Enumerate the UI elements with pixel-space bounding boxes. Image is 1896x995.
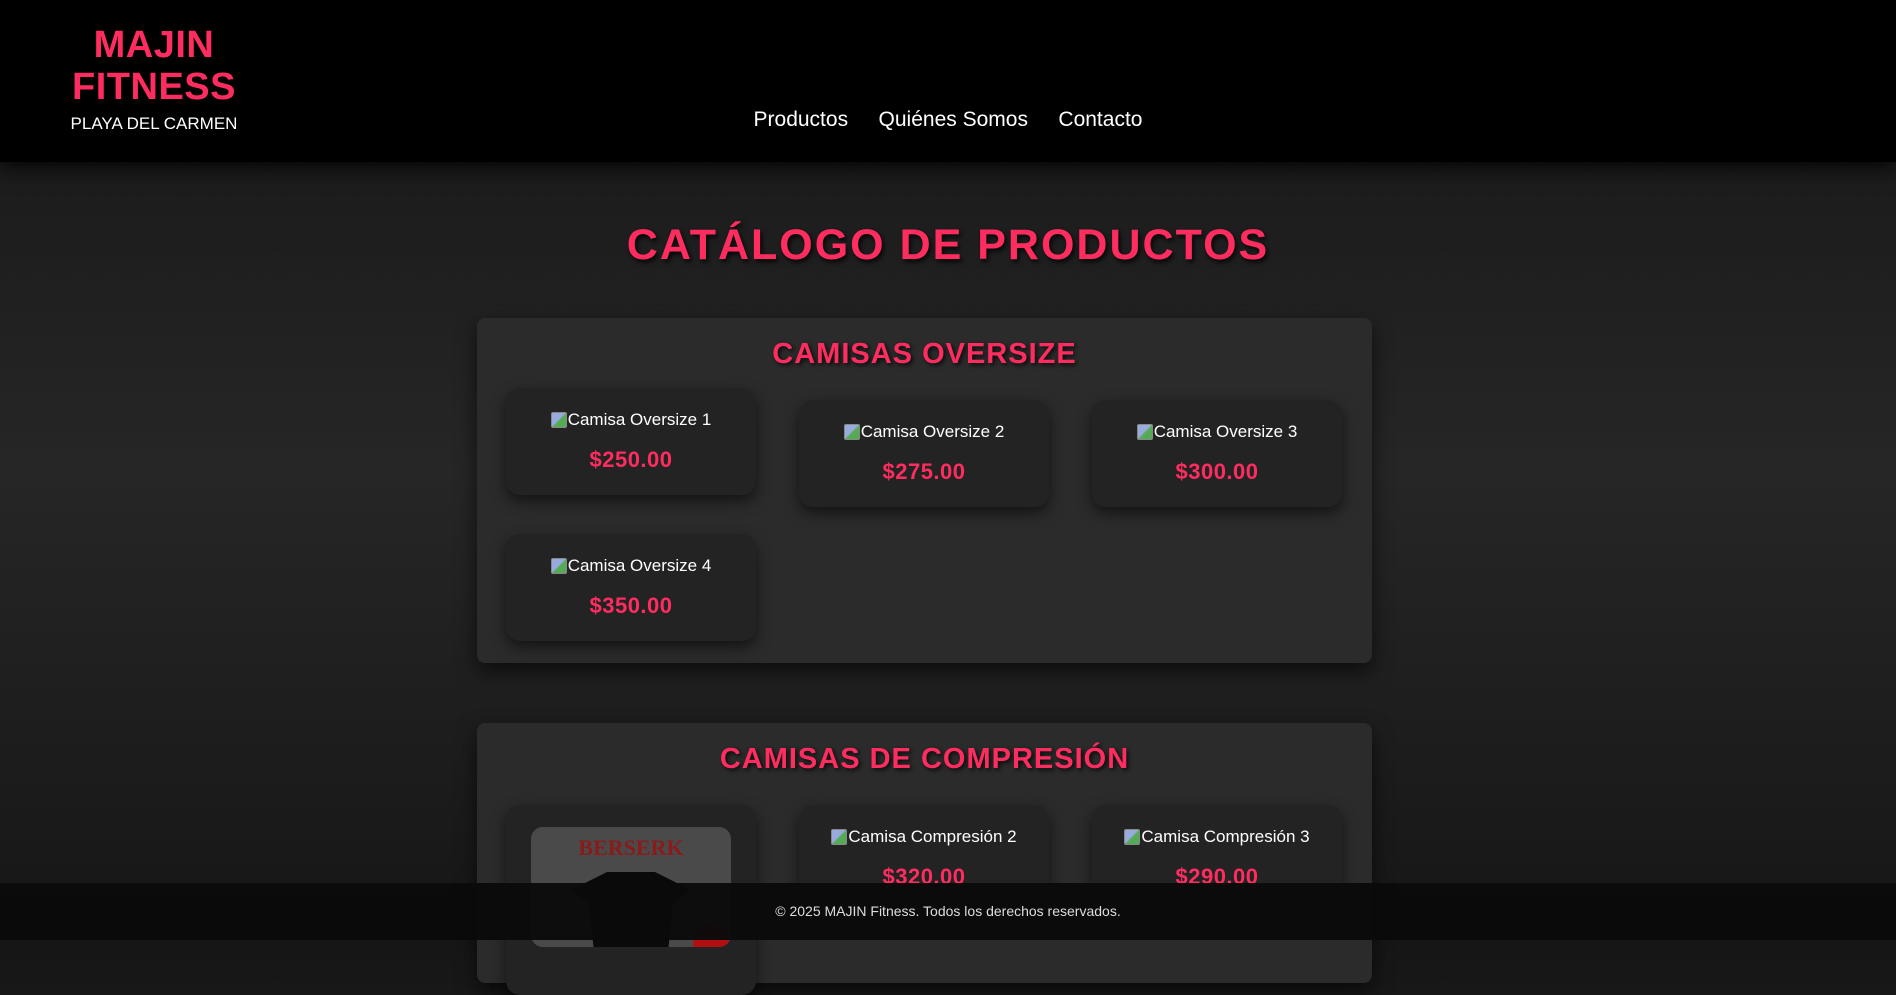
product-image[interactable]: Camisa Oversize 2 [843,422,1005,442]
section-oversize: CAMISAS OVERSIZE Camisa Oversize 1 $250.… [477,318,1372,663]
section-title: CAMISAS DE COMPRESIÓN [719,743,1130,775]
nav-link-quienes-somos[interactable]: Quiénes Somos [879,108,1028,131]
shirt-print-text: BERSERK [578,835,684,860]
product-image-alt: Camisa Oversize 3 [1153,422,1298,441]
product-image-alt: Camisa Oversize 4 [567,556,712,575]
broken-image-icon [550,558,567,574]
product-price: $275.00 [882,459,966,484]
broken-image-icon [1124,829,1141,845]
product-image[interactable]: Camisa Oversize 4 [550,556,712,576]
product-price: $300.00 [1175,459,1259,484]
product-price: $250.00 [589,447,673,472]
site-footer: © 2025 MAJIN Fitness. Todos los derechos… [0,883,1896,940]
product-image-alt: Camisa Compresión 3 [1141,827,1310,846]
product-price: $350.00 [589,593,673,618]
broken-image-icon [1136,424,1153,440]
site-header: MAJIN FITNESS PLAYA DEL CARMEN Productos… [0,0,1896,162]
product-image-alt: Camisa Oversize 1 [567,410,712,429]
product-image[interactable]: Camisa Oversize 3 [1136,422,1298,442]
product-image[interactable]: Camisa Oversize 1 [550,410,712,430]
broken-image-icon [831,829,848,845]
product-card[interactable]: Camisa Oversize 2 $275.00 [799,400,1049,507]
footer-copyright: © 2025 MAJIN Fitness. Todos los derechos… [775,903,1121,919]
product-image-alt: Camisa Compresión 2 [848,827,1017,846]
product-image[interactable]: Camisa Compresión 3 [1124,827,1310,847]
broken-image-icon [550,412,567,428]
product-image[interactable]: Camisa Compresión 2 [831,827,1017,847]
page-title: CATÁLOGO DE PRODUCTOS [626,221,1270,269]
brand-title: MAJIN FITNESS [72,24,236,108]
section-title: CAMISAS OVERSIZE [772,338,1077,370]
product-card[interactable]: Camisa Oversize 1 $250.00 [506,388,756,495]
nav-link-contacto[interactable]: Contacto [1058,108,1142,131]
product-card[interactable]: Camisa Oversize 3 $300.00 [1092,400,1342,507]
product-card[interactable]: Camisa Oversize 4 $350.00 [506,534,756,641]
product-image-alt: Camisa Oversize 2 [860,422,1005,441]
broken-image-icon [843,424,860,440]
section-compresion: CAMISAS DE COMPRESIÓN BERSERK Camisa Com… [477,723,1372,995]
nav-link-productos[interactable]: Productos [754,108,849,131]
main-nav: Productos Quiénes Somos Contacto [0,108,1896,132]
